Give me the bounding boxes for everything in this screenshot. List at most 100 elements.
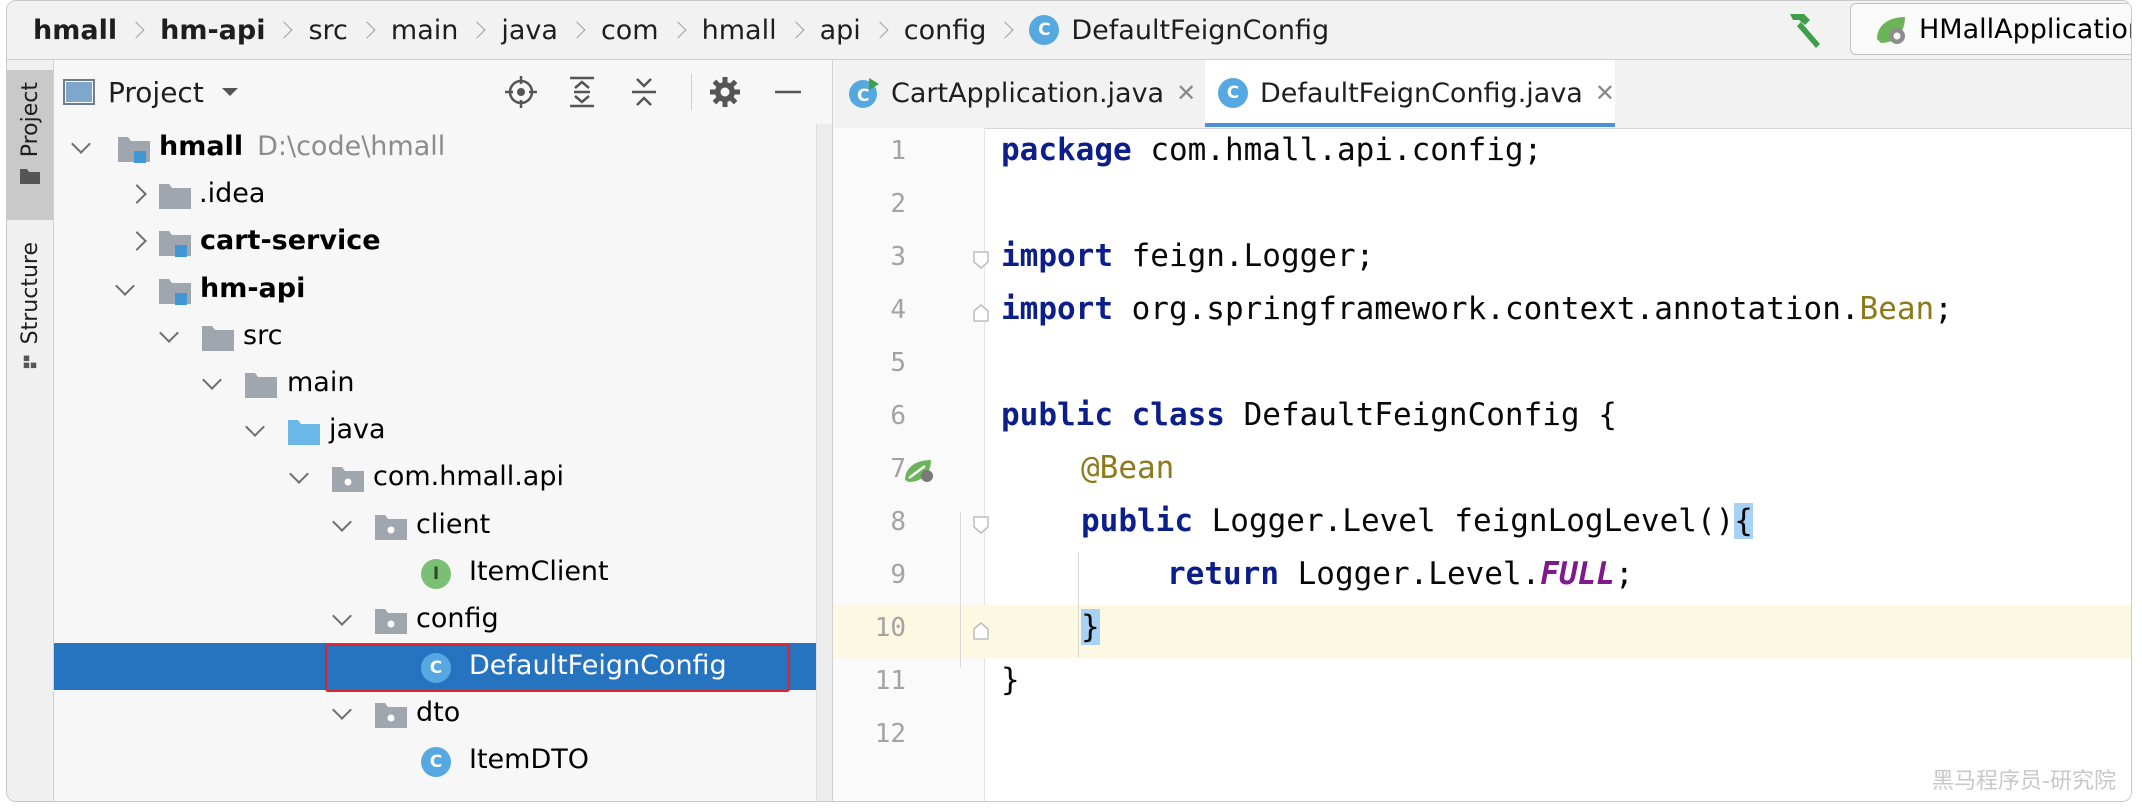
line-number: 12 [874, 719, 906, 749]
hammer-icon[interactable] [1780, 8, 1826, 52]
breadcrumb-item[interactable]: config [904, 15, 1030, 46]
tree-row-itemclient[interactable]: I ItemClient [54, 549, 832, 596]
tab-defaultfeignconfig[interactable]: C DefaultFeignConfig.java ✕ [1205, 60, 1615, 127]
chevron-right-icon [996, 21, 1014, 39]
fold-end-icon[interactable] [972, 621, 990, 641]
tree-row-client[interactable]: client [54, 502, 832, 549]
interface-icon: I [421, 558, 451, 589]
tree-row-src[interactable]: src [54, 313, 832, 360]
code-line: 8 public Logger.Level feignLogLevel(){ [833, 499, 2131, 552]
chevron-down-icon[interactable] [332, 605, 352, 626]
breadcrumb-item[interactable]: src [308, 15, 390, 46]
chevron-down-icon[interactable] [159, 322, 179, 343]
code-line: 7 @Bean [833, 446, 2131, 499]
chevron-down-icon[interactable] [332, 511, 352, 532]
collapse-all-icon[interactable] [627, 75, 661, 109]
code-area[interactable]: 1 package com.hmall.api.config; 2 3 impo… [833, 128, 2131, 801]
minimize-icon[interactable] [771, 75, 805, 109]
ide-window: hmall hm-api src main java com hmall api… [6, 0, 2132, 802]
breadcrumb: hmall hm-api src main java com hmall api… [33, 1, 1329, 59]
line-number: 8 [890, 507, 906, 537]
project-panel: Project hmall D:\code\hmall .idea cart-s… [54, 60, 833, 801]
tree-row-hmall[interactable]: hmall D:\code\hmall [54, 124, 832, 171]
watermark: 黑马程序员-研究院 [1932, 769, 2116, 794]
tab-cartapplication[interactable]: C CartApplication.java ✕ [847, 60, 1197, 126]
code-line: 5 [833, 340, 2131, 393]
code-line: 11 } [833, 658, 2131, 711]
chevron-right-icon [468, 21, 486, 39]
tree-label: java [329, 414, 386, 446]
selection-highlight-box [325, 644, 790, 692]
folder-icon [245, 372, 277, 398]
locate-icon[interactable] [504, 75, 538, 109]
module-path: D:\code\hmall [257, 131, 446, 162]
chevron-right-icon [127, 21, 145, 39]
breadcrumb-item[interactable]: java [501, 15, 601, 46]
expand-all-icon[interactable] [565, 75, 599, 109]
tree-label: hmall [159, 131, 244, 162]
code-line: 1 package com.hmall.api.config; [833, 128, 2131, 181]
code-line-current: 10 } [833, 605, 2131, 658]
code-editor: C CartApplication.java ✕ C DefaultFeignC… [832, 60, 2131, 801]
tree-row-hm-api[interactable]: hm-api [54, 266, 832, 313]
package-icon [375, 608, 407, 634]
run-configuration-selector[interactable]: HMallApplication [1850, 3, 2132, 55]
tree-label: .idea [199, 178, 266, 210]
close-icon[interactable]: ✕ [1595, 79, 1615, 107]
tree-row-package[interactable]: com.hmall.api [54, 454, 832, 501]
line-number: 7 [890, 454, 906, 484]
chevron-down-icon[interactable] [115, 275, 135, 296]
chevron-down-icon[interactable] [245, 417, 265, 438]
fold-marker-icon[interactable] [972, 515, 990, 535]
structure-tool-tab[interactable]: Structure [7, 230, 53, 370]
tree-row-main[interactable]: main [54, 360, 832, 407]
project-tool-tab[interactable]: Project [7, 70, 53, 220]
class-icon: C [1029, 15, 1060, 45]
chevron-right-icon[interactable] [127, 184, 147, 205]
tree-label: config [416, 602, 499, 634]
breadcrumb-item[interactable]: com [601, 15, 702, 46]
tree-label: ItemDTO [469, 744, 589, 776]
fold-marker-icon[interactable] [972, 250, 990, 270]
chevron-down-icon[interactable] [71, 134, 91, 154]
breadcrumb-item[interactable]: hmall [33, 15, 160, 46]
chevron-down-icon[interactable] [289, 464, 309, 485]
breadcrumb-item[interactable]: api [820, 15, 904, 46]
structure-icon [23, 355, 37, 369]
tree-label: cart-service [200, 225, 381, 257]
class-icon: C [421, 747, 451, 778]
line-number: 3 [890, 242, 906, 272]
tree-row-java[interactable]: java [54, 407, 832, 454]
chevron-right-icon [787, 21, 805, 39]
breadcrumb-file[interactable]: C DefaultFeignConfig [1029, 15, 1329, 46]
bean-gutter-icon[interactable] [901, 456, 937, 486]
breadcrumb-item[interactable]: hm-api [160, 15, 308, 46]
tree-row-config[interactable]: config [54, 596, 832, 643]
chevron-right-icon[interactable] [127, 231, 147, 252]
close-icon[interactable]: ✕ [1176, 79, 1196, 107]
project-scrollbar[interactable] [816, 124, 833, 801]
breadcrumb-item[interactable]: main [391, 15, 501, 46]
package-icon [332, 467, 364, 493]
fold-end-icon[interactable] [972, 303, 990, 323]
source-folder-icon [288, 420, 320, 446]
chevron-down-icon[interactable] [220, 86, 240, 98]
tree-row-cart-service[interactable]: cart-service [54, 218, 832, 265]
tree-label: main [287, 366, 355, 398]
breadcrumb-item[interactable]: hmall [702, 15, 820, 46]
code-line: 9 return Logger.Level.FULL; [833, 552, 2131, 605]
class-run-icon: C [849, 78, 879, 108]
chevron-down-icon[interactable] [332, 700, 352, 721]
tool-window-stripe: Project Structure [7, 60, 54, 801]
chevron-down-icon[interactable] [202, 370, 222, 390]
code-line: 6 public class DefaultFeignConfig { [833, 393, 2131, 446]
line-number: 6 [890, 401, 906, 431]
line-number: 1 [890, 136, 906, 166]
tree-row-dto[interactable]: dto [54, 690, 832, 737]
tree-row-itemdto[interactable]: C ItemDTO [54, 737, 832, 784]
run-configuration-label: HMallApplication [1919, 13, 2132, 45]
tree-row-idea[interactable]: .idea [54, 171, 832, 218]
gear-icon[interactable] [708, 75, 742, 109]
project-view-title[interactable]: Project [108, 76, 204, 109]
tab-label: CartApplication.java [891, 77, 1165, 109]
